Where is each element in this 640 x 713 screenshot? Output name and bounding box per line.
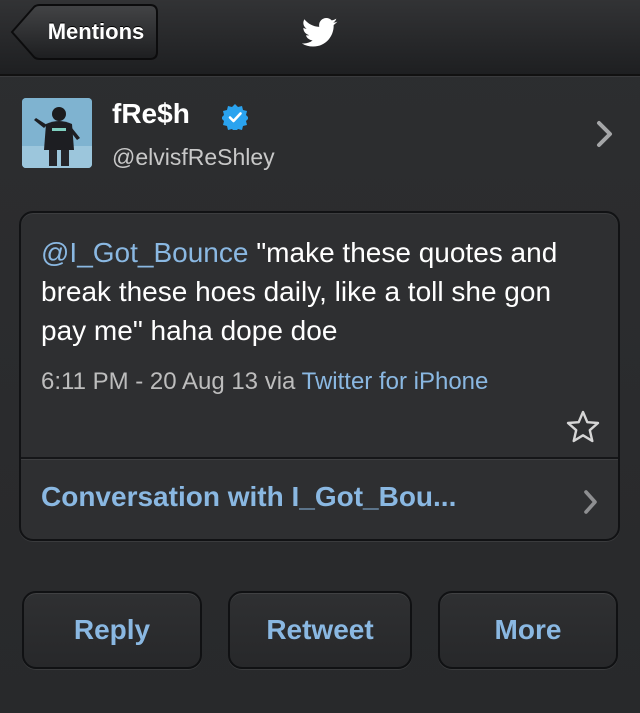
chevron-right-icon xyxy=(597,121,612,147)
tweet-source-link[interactable]: Twitter for iPhone xyxy=(302,368,489,395)
retweet-button[interactable]: Retweet xyxy=(228,591,412,669)
tweet-card: @I_Got_Bounce "make these quotes and bre… xyxy=(19,211,620,541)
chevron-right-icon xyxy=(584,490,597,514)
card-divider xyxy=(21,457,618,459)
tweet-mention-link[interactable]: @I_Got_Bounce xyxy=(41,237,248,268)
tweet-detail-screen: Mentions fRe$h @elvisfReShley @I_Got_Bou… xyxy=(0,0,640,713)
avatar[interactable] xyxy=(22,98,92,168)
star-icon[interactable] xyxy=(565,409,601,445)
reply-button[interactable]: Reply xyxy=(22,591,202,669)
profile-header[interactable]: fRe$h @elvisfReShley xyxy=(0,76,640,186)
twitter-bird-icon xyxy=(302,18,338,47)
back-button-label: Mentions xyxy=(47,19,145,44)
avatar-image xyxy=(22,98,92,168)
more-button[interactable]: More xyxy=(438,591,618,669)
navigation-bar: Mentions xyxy=(0,0,640,76)
tweet-text: @I_Got_Bounce "make these quotes and bre… xyxy=(41,233,591,350)
tweet-meta: 6:11 PM - 20 Aug 13 via Twitter for iPho… xyxy=(41,363,561,400)
profile-handle: @elvisfReShley xyxy=(112,144,275,170)
conversation-link[interactable]: Conversation with I_Got_Bou... xyxy=(41,481,456,513)
verified-badge-icon xyxy=(222,104,248,130)
profile-name: fRe$h xyxy=(112,98,190,129)
tweet-timestamp: 6:11 PM - 20 Aug 13 via xyxy=(41,368,302,395)
back-button[interactable]: Mentions xyxy=(10,4,158,60)
